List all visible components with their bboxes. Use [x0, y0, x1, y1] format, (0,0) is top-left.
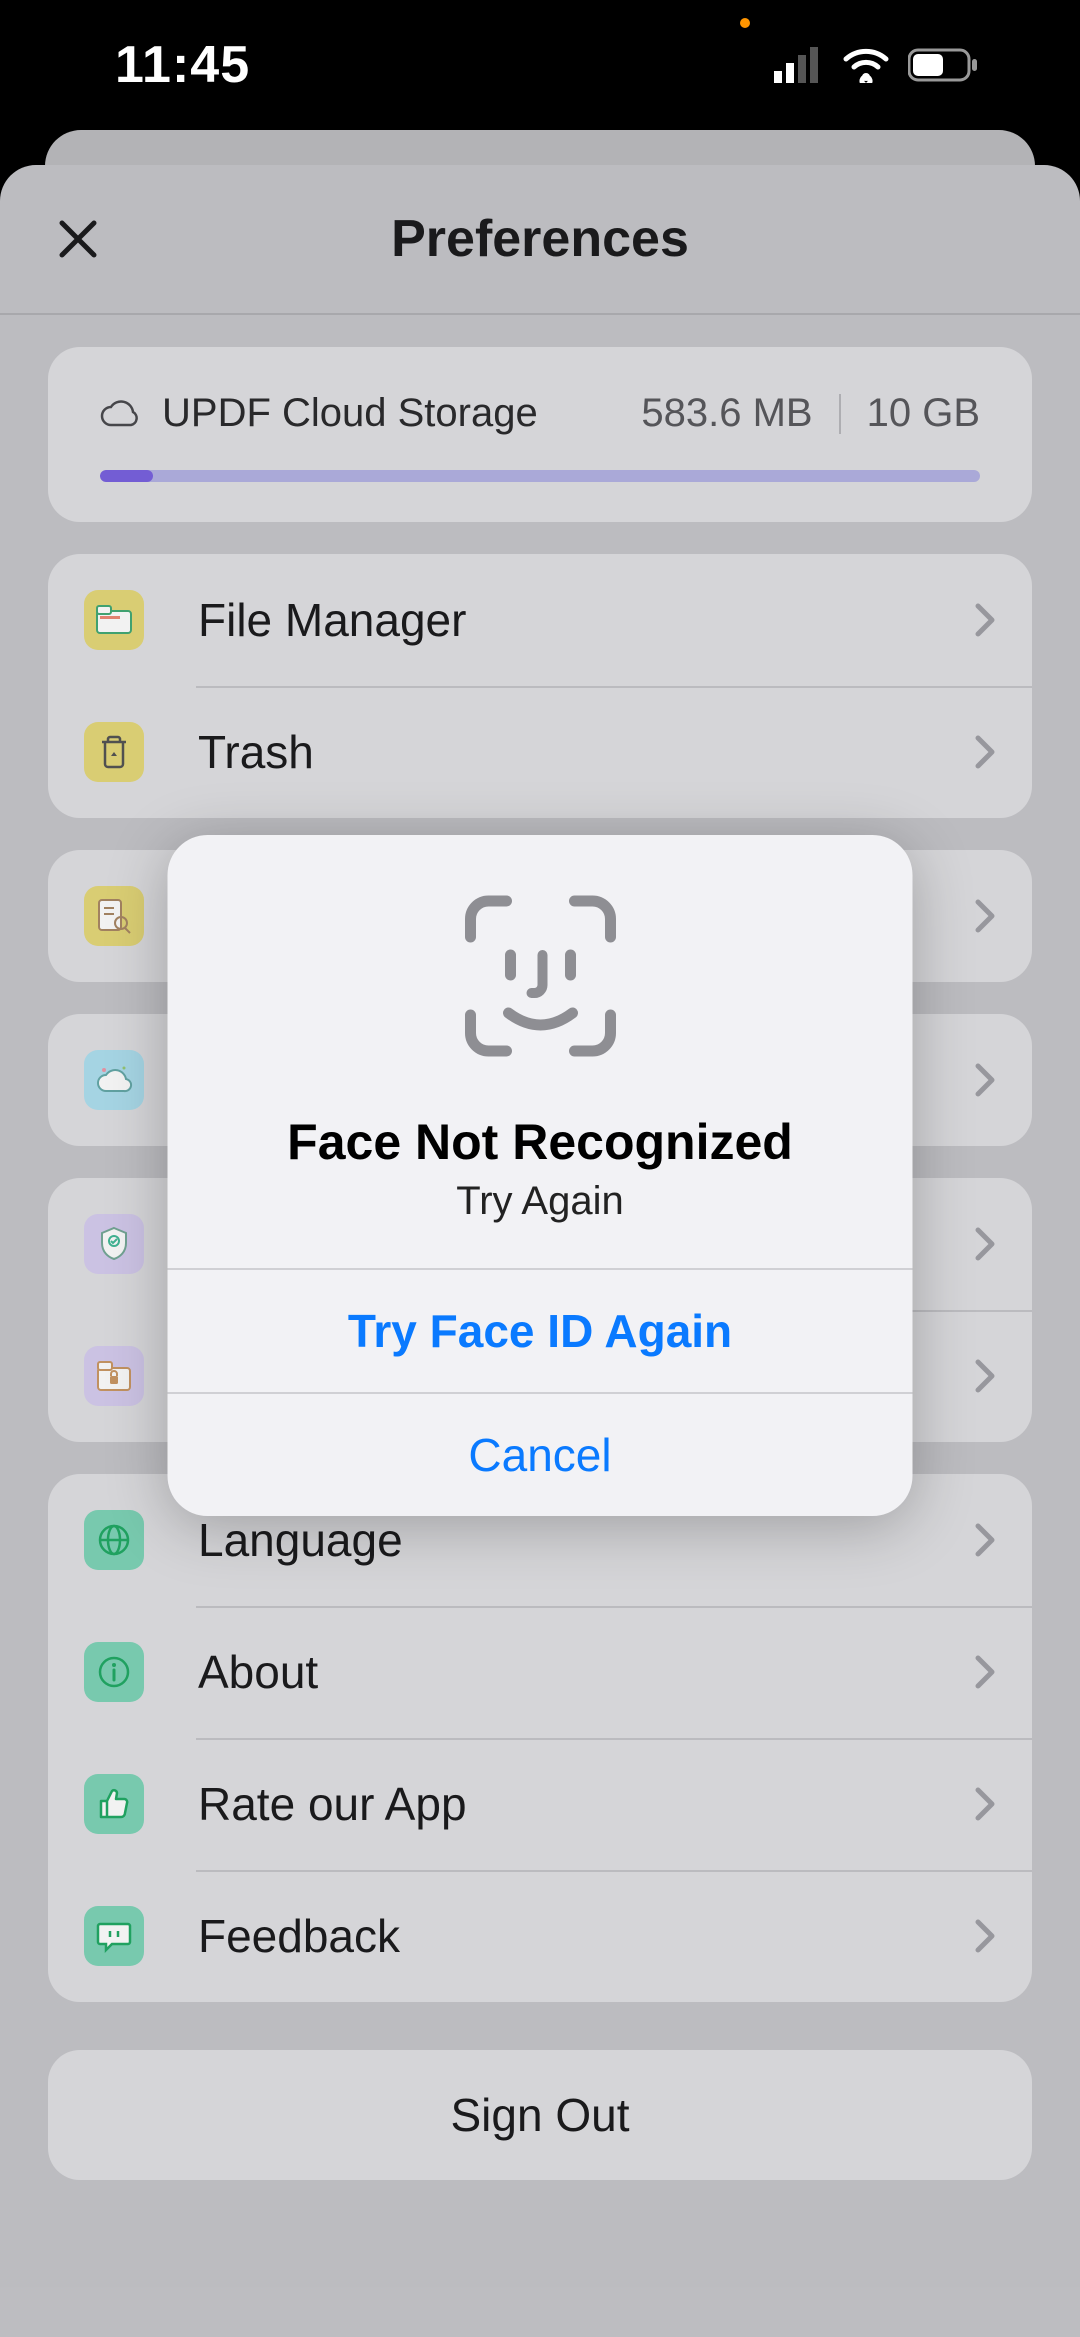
sheet-header: Preferences	[0, 165, 1080, 315]
chat-icon	[84, 1906, 144, 1966]
menu-label: Feedback	[198, 1909, 974, 1963]
cancel-button[interactable]: Cancel	[168, 1392, 913, 1516]
close-icon	[56, 217, 100, 261]
cloud-storage-card[interactable]: UPDF Cloud Storage 583.6 MB 10 GB	[48, 347, 1032, 522]
chevron-right-icon	[974, 898, 996, 934]
wifi-icon	[842, 47, 890, 83]
cancel-label: Cancel	[468, 1428, 611, 1482]
menu-item-about[interactable]: About	[48, 1606, 1032, 1738]
menu-group: File Manager Trash	[48, 554, 1032, 818]
status-bar: 11:45	[0, 0, 1080, 130]
folder-icon	[84, 590, 144, 650]
chevron-right-icon	[974, 602, 996, 638]
storage-progress	[100, 470, 980, 482]
face-id-alert: Face Not Recognized Try Again Try Face I…	[168, 835, 913, 1516]
chevron-right-icon	[974, 1358, 996, 1394]
storage-total: 10 GB	[867, 391, 980, 436]
chevron-right-icon	[974, 1226, 996, 1262]
menu-label: About	[198, 1645, 974, 1699]
menu-group: Language About Rate our App	[48, 1474, 1032, 2002]
cellular-icon	[774, 47, 824, 83]
document-search-icon	[84, 886, 144, 946]
menu-label: Trash	[198, 725, 974, 779]
thumbs-up-icon	[84, 1774, 144, 1834]
lock-folder-icon	[84, 1346, 144, 1406]
trash-icon	[84, 722, 144, 782]
sign-out-label: Sign Out	[451, 2088, 630, 2142]
status-time: 11:45	[115, 35, 250, 95]
globe-icon	[84, 1510, 144, 1570]
close-button[interactable]	[48, 209, 108, 269]
chevron-right-icon	[974, 734, 996, 770]
chevron-right-icon	[974, 1918, 996, 1954]
page-title: Preferences	[391, 209, 689, 269]
chevron-right-icon	[974, 1062, 996, 1098]
divider	[839, 394, 841, 434]
menu-item-feedback[interactable]: Feedback	[48, 1870, 1032, 2002]
status-icons	[774, 47, 980, 83]
sign-out-button[interactable]: Sign Out	[48, 2050, 1032, 2180]
recording-indicator-dot	[740, 18, 750, 28]
cloud-icon	[84, 1050, 144, 1110]
info-icon	[84, 1642, 144, 1702]
storage-progress-fill	[100, 470, 153, 482]
menu-item-rate[interactable]: Rate our App	[48, 1738, 1032, 1870]
menu-label: File Manager	[198, 593, 974, 647]
face-id-icon	[450, 891, 630, 1061]
try-again-label: Try Face ID Again	[348, 1304, 732, 1358]
chevron-right-icon	[974, 1654, 996, 1690]
storage-label: UPDF Cloud Storage	[162, 391, 538, 436]
try-again-button[interactable]: Try Face ID Again	[168, 1268, 913, 1392]
chevron-right-icon	[974, 1522, 996, 1558]
menu-label: Language	[198, 1513, 974, 1567]
alert-subtitle: Try Again	[208, 1179, 873, 1224]
menu-label: Rate our App	[198, 1777, 974, 1831]
menu-item-trash[interactable]: Trash	[48, 686, 1032, 818]
storage-used: 583.6 MB	[641, 391, 812, 436]
chevron-right-icon	[974, 1786, 996, 1822]
battery-icon	[908, 47, 980, 83]
shield-check-icon	[84, 1214, 144, 1274]
menu-item-file-manager[interactable]: File Manager	[48, 554, 1032, 686]
cloud-outline-icon	[100, 399, 140, 429]
alert-title: Face Not Recognized	[208, 1113, 873, 1171]
